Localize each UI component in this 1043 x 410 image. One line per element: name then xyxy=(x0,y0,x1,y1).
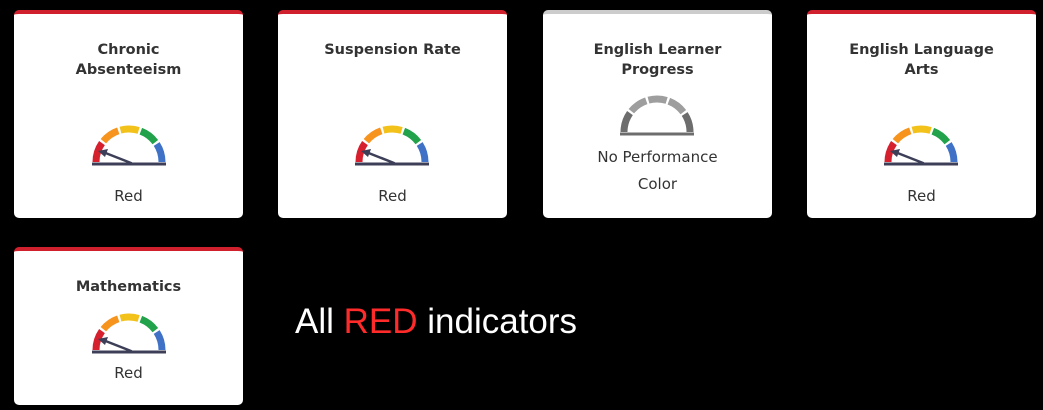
gauge-segment-5 xyxy=(681,112,694,133)
no-color-gauge-icon xyxy=(620,95,694,136)
card-title: Chronic Absenteeism xyxy=(75,42,182,78)
card-title: English Learner Progress xyxy=(593,42,722,78)
gauge-needle xyxy=(101,150,133,165)
gauge-segment-4 xyxy=(402,127,422,145)
gauge-segment-3 xyxy=(119,125,140,134)
status-label: Red xyxy=(114,364,143,382)
gauge-segment-4 xyxy=(139,315,159,333)
card-title: English Language Arts xyxy=(849,42,994,78)
status-label: Red xyxy=(378,187,407,205)
gauge-segment-5 xyxy=(945,142,958,163)
indicator-card-english-learner-progress[interactable]: English Learner Progress No Performance … xyxy=(543,10,772,218)
gauge-segment-2 xyxy=(100,127,120,144)
gauge-segment-4 xyxy=(931,127,951,145)
gauge-segment-2 xyxy=(628,97,648,114)
caption-text: All RED indicators xyxy=(295,302,577,342)
gauge-needle xyxy=(893,150,925,165)
gauge-needle xyxy=(364,150,396,165)
status-label: No Performance Color xyxy=(597,148,718,193)
card-title: Suspension Rate xyxy=(324,42,461,58)
gauge-segment-1 xyxy=(620,111,633,133)
gauge-segment-4 xyxy=(667,97,687,115)
gauge-segment-2 xyxy=(892,127,912,144)
caption-highlight: RED xyxy=(343,302,418,341)
gauge-segment-3 xyxy=(119,313,140,322)
indicator-card-suspension-rate[interactable]: Suspension Rate Red xyxy=(278,10,507,218)
gauge-segment-2 xyxy=(363,127,383,144)
gauge-segment-5 xyxy=(416,142,429,163)
red-gauge-icon xyxy=(92,313,166,354)
gauge-needle xyxy=(101,338,133,353)
gauge-segment-3 xyxy=(911,125,932,134)
red-gauge-icon xyxy=(884,125,958,166)
indicator-card-mathematics[interactable]: Mathematics Red xyxy=(14,247,243,405)
gauge-segment-5 xyxy=(153,142,166,163)
gauge-segment-3 xyxy=(647,95,668,104)
status-label: Red xyxy=(907,187,936,205)
card-title: Mathematics xyxy=(75,279,182,295)
gauge-segment-3 xyxy=(382,125,403,134)
status-label: Red xyxy=(114,187,143,205)
indicator-card-english-language-arts[interactable]: English Language Arts Red xyxy=(807,10,1036,218)
red-gauge-icon xyxy=(355,125,429,166)
gauge-segment-5 xyxy=(153,330,166,351)
red-gauge-icon xyxy=(92,125,166,166)
caption-suffix: indicators xyxy=(417,302,578,341)
gauge-segment-2 xyxy=(100,315,120,332)
caption-prefix: All xyxy=(295,302,344,341)
indicator-card-chronic-absenteeism[interactable]: Chronic Absenteeism Red xyxy=(14,10,243,218)
gauge-segment-4 xyxy=(139,127,159,145)
